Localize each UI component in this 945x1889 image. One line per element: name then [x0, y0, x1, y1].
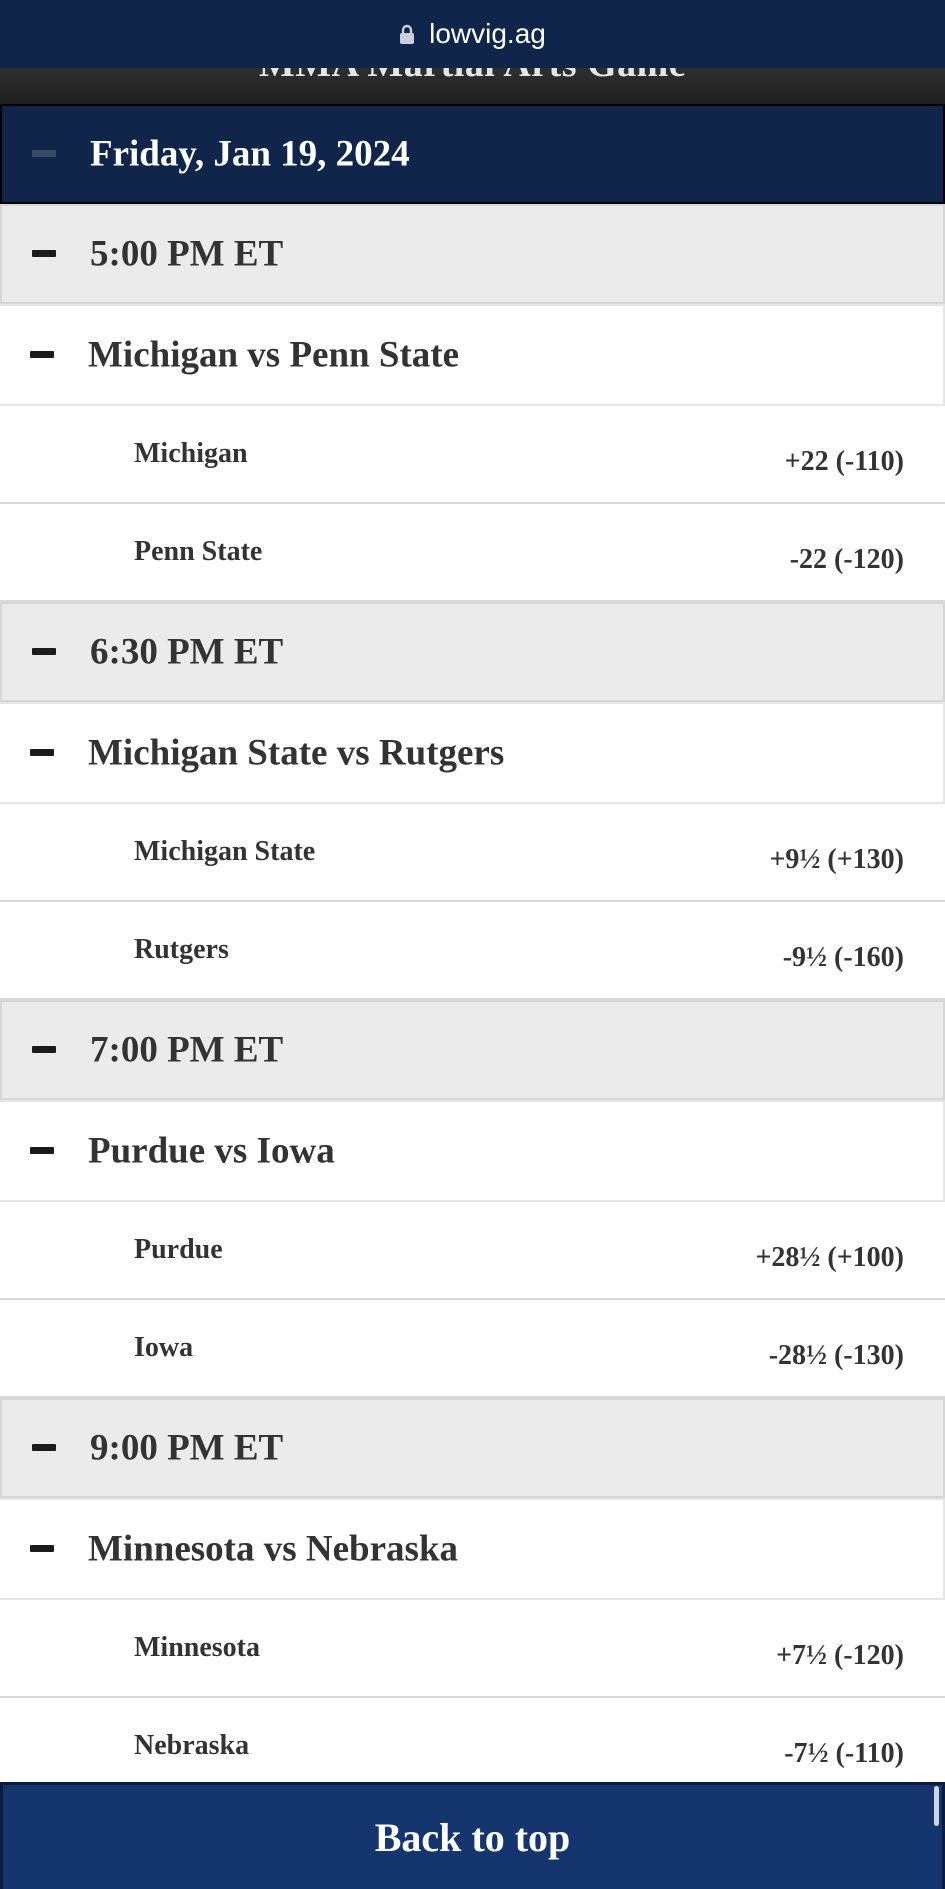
- odds-line[interactable]: -7½ (-110): [784, 1738, 904, 1770]
- collapse-icon[interactable]: [30, 1545, 54, 1552]
- team-row[interactable]: Rutgers -9½ (-160): [0, 902, 945, 1000]
- team-row[interactable]: Michigan State +9½ (+130): [0, 804, 945, 902]
- team-row[interactable]: Purdue +28½ (+100): [0, 1202, 945, 1300]
- odds-line[interactable]: +22 (-110): [785, 446, 904, 478]
- game-matchup: Purdue vs Iowa: [88, 1130, 335, 1172]
- date-header-title: Friday, Jan 19, 2024: [90, 133, 410, 175]
- game-matchup: Michigan State vs Rutgers: [88, 732, 505, 774]
- time-label: 9:00 PM ET: [90, 1427, 284, 1469]
- previous-header-title: MMA Martial Arts Game: [0, 68, 945, 86]
- game-header-row[interactable]: Purdue vs Iowa: [0, 1100, 945, 1202]
- collapse-icon[interactable]: [30, 749, 54, 756]
- odds-line[interactable]: -9½ (-160): [783, 942, 904, 974]
- odds-line[interactable]: -22 (-120): [790, 544, 904, 576]
- browser-address-bar[interactable]: lowvig.ag: [0, 0, 945, 68]
- collapse-icon[interactable]: [32, 1444, 56, 1451]
- team-row[interactable]: Iowa -28½ (-130): [0, 1300, 945, 1398]
- team-row[interactable]: Penn State -22 (-120): [0, 504, 945, 602]
- game-header-row[interactable]: Michigan vs Penn State: [0, 304, 945, 406]
- previous-section-header: MMA Martial Arts Game: [0, 68, 945, 104]
- team-name: Michigan: [134, 438, 248, 469]
- game-header-row[interactable]: Minnesota vs Nebraska: [0, 1498, 945, 1600]
- url-text: lowvig.ag: [429, 18, 546, 49]
- collapse-icon[interactable]: [30, 1147, 54, 1154]
- time-label: 6:30 PM ET: [90, 631, 284, 673]
- lock-icon: [399, 24, 415, 44]
- team-row[interactable]: Michigan +22 (-110): [0, 406, 945, 504]
- collapse-icon[interactable]: [32, 648, 56, 655]
- game-matchup: Michigan vs Penn State: [88, 334, 460, 376]
- collapse-icon[interactable]: [32, 250, 56, 257]
- time-header-row[interactable]: 7:00 PM ET: [0, 1000, 945, 1100]
- team-name: Penn State: [134, 536, 263, 567]
- odds-list: Friday, Jan 19, 2024 5:00 PM ET Michigan…: [0, 104, 945, 1796]
- team-name: Nebraska: [134, 1730, 250, 1761]
- time-header-row[interactable]: 6:30 PM ET: [0, 602, 945, 702]
- date-header-row[interactable]: Friday, Jan 19, 2024: [0, 104, 945, 204]
- team-row[interactable]: Minnesota +7½ (-120): [0, 1600, 945, 1698]
- team-name: Minnesota: [134, 1632, 260, 1663]
- odds-line[interactable]: +28½ (+100): [755, 1242, 904, 1274]
- team-name: Purdue: [134, 1234, 223, 1265]
- odds-line[interactable]: +7½ (-120): [776, 1640, 904, 1672]
- time-header-row[interactable]: 9:00 PM ET: [0, 1398, 945, 1498]
- back-to-top-button[interactable]: Back to top: [0, 1782, 945, 1889]
- time-header-row[interactable]: 5:00 PM ET: [0, 204, 945, 304]
- collapse-icon[interactable]: [30, 351, 54, 358]
- team-name: Michigan State: [134, 836, 316, 867]
- collapse-icon[interactable]: [32, 150, 56, 157]
- team-name: Iowa: [134, 1332, 194, 1363]
- scrollbar[interactable]: [934, 1786, 939, 1826]
- odds-line[interactable]: +9½ (+130): [769, 844, 904, 876]
- game-header-row[interactable]: Michigan State vs Rutgers: [0, 702, 945, 804]
- game-matchup: Minnesota vs Nebraska: [88, 1528, 459, 1570]
- time-label: 5:00 PM ET: [90, 233, 284, 275]
- collapse-icon[interactable]: [32, 1046, 56, 1053]
- odds-line[interactable]: -28½ (-130): [769, 1340, 904, 1372]
- team-name: Rutgers: [134, 934, 229, 965]
- time-label: 7:00 PM ET: [90, 1029, 284, 1071]
